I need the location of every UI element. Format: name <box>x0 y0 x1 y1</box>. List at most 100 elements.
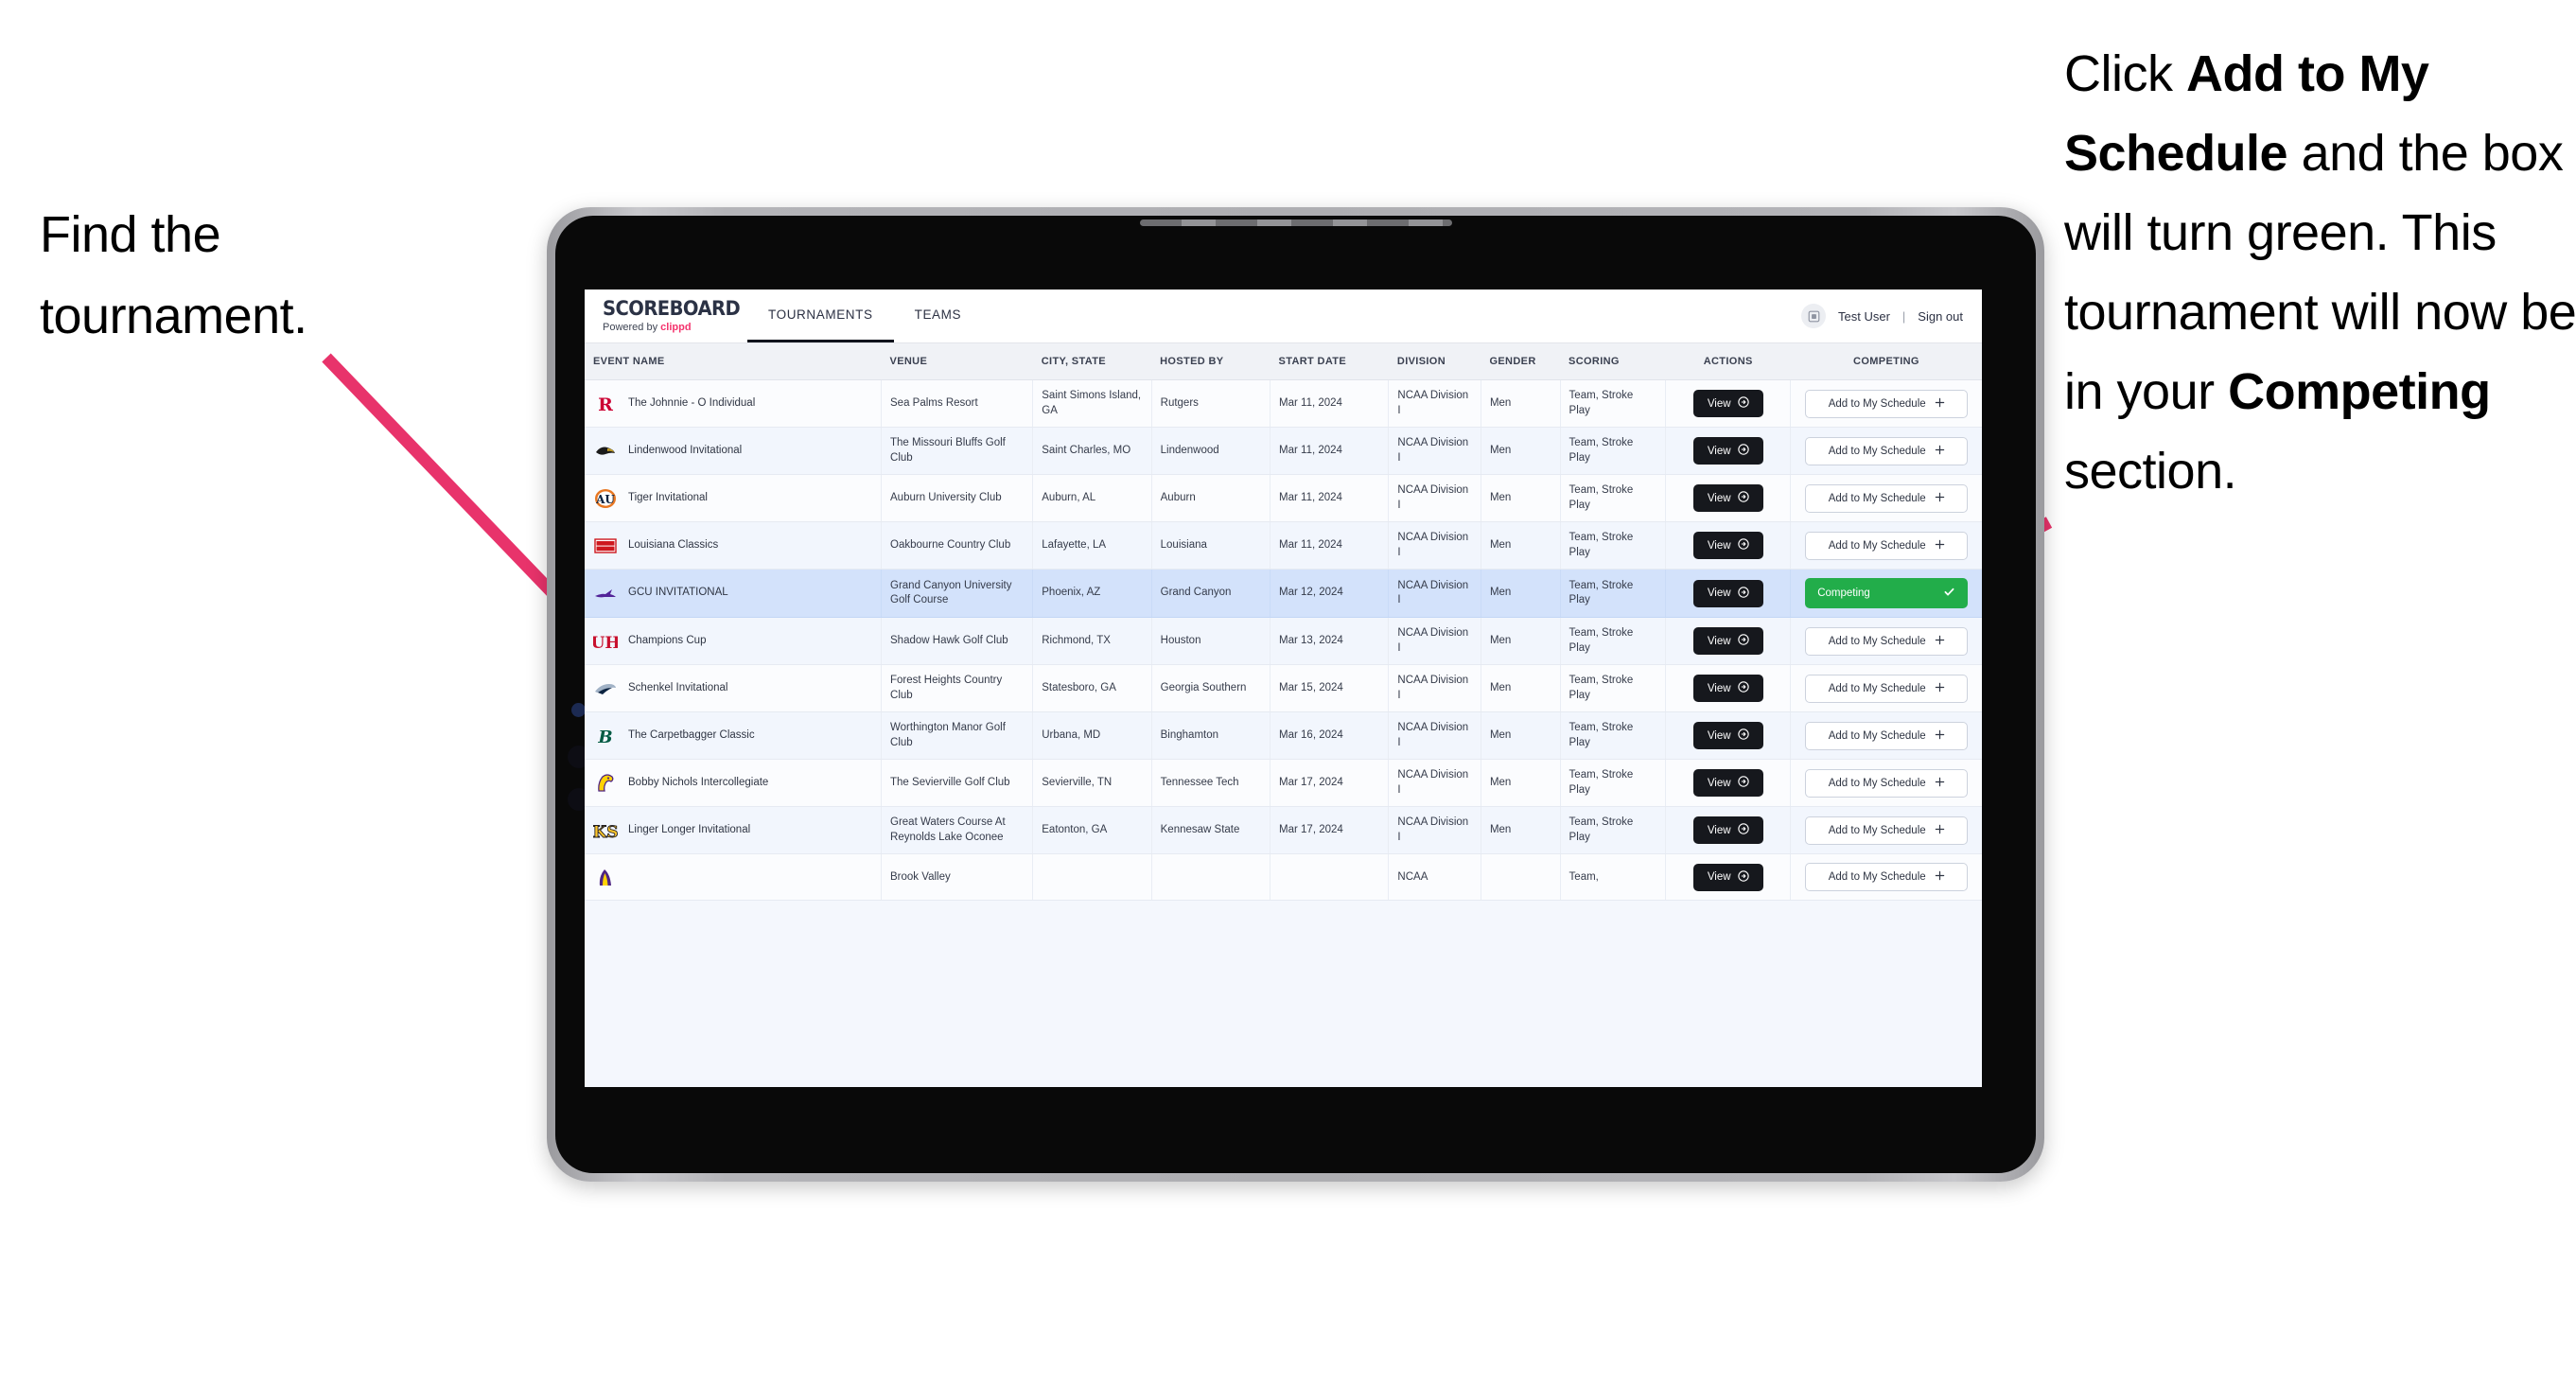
event-name-label: Champions Cup <box>628 634 707 646</box>
add-to-my-schedule-button[interactable]: Add to My Schedule <box>1805 436 1969 465</box>
plus-icon <box>1935 397 1945 411</box>
column-header-city-state[interactable]: CITY, STATE <box>1032 343 1152 380</box>
cell-hosted-by: Lindenwood <box>1151 427 1271 476</box>
table-row[interactable]: Brook Valley NCAA Team, View Add to My Sched… <box>585 853 1982 902</box>
cell-competing: Add to My Schedule <box>1790 853 1982 902</box>
table-row[interactable]: Lindenwood Invitational The Missouri Bluf… <box>585 427 1982 476</box>
competing-button[interactable]: Competing <box>1805 578 1969 609</box>
view-button-label: View <box>1707 588 1731 600</box>
event-name-label: Linger Longer Invitational <box>628 824 751 835</box>
cell-hosted-by: Tennessee Tech <box>1151 759 1271 808</box>
cell-division: NCAA Division I <box>1388 569 1481 619</box>
table-row-selected[interactable]: GCU INVITATIONAL Grand Canyon University … <box>585 569 1982 619</box>
column-header-scoring[interactable]: SCORING <box>1560 343 1666 380</box>
add-to-my-schedule-button[interactable]: Add to My Schedule <box>1805 531 1969 560</box>
column-header-start-date[interactable]: START DATE <box>1270 343 1389 380</box>
cell-division: NCAA Division I <box>1388 617 1481 666</box>
user-name-label: Test User <box>1838 308 1890 324</box>
cell-start-date: Mar 16, 2024 <box>1270 711 1390 761</box>
cell-actions: View <box>1665 521 1792 570</box>
cell-scoring: Team, Stroke Play <box>1560 569 1667 619</box>
add-button-label: Add to My Schedule <box>1828 777 1926 789</box>
column-header-venue[interactable]: VENUE <box>881 343 1033 380</box>
view-button[interactable]: View <box>1692 532 1763 560</box>
cell-venue: Grand Canyon University Golf Course <box>881 569 1034 619</box>
view-button[interactable]: View <box>1692 437 1763 465</box>
view-button[interactable]: View <box>1692 769 1763 798</box>
cell-scoring: Team, Stroke Play <box>1560 427 1667 476</box>
cell-venue: Sea Palms Resort <box>881 379 1034 429</box>
view-button[interactable]: View <box>1692 816 1763 845</box>
cell-division: NCAA Division I <box>1388 474 1481 523</box>
nav-separator: | <box>1901 308 1906 324</box>
cell-gender: Men <box>1481 569 1561 619</box>
cell-start-date: Mar 17, 2024 <box>1270 759 1390 808</box>
cell-city-state: Saint Simons Island, GA <box>1032 379 1152 429</box>
cell-actions: View <box>1665 569 1792 619</box>
tab-teams[interactable]: TEAMS <box>894 289 983 342</box>
view-button[interactable]: View <box>1692 627 1763 656</box>
add-button-label: Add to My Schedule <box>1828 635 1926 647</box>
cell-actions: View <box>1665 617 1792 666</box>
svg-text:B: B <box>597 728 612 747</box>
cell-gender: Men <box>1481 617 1561 666</box>
view-button[interactable]: View <box>1692 722 1763 750</box>
cell-actions: View <box>1665 427 1792 476</box>
cell-actions: View <box>1665 759 1792 808</box>
column-header-event-name[interactable]: EVENT NAME <box>585 343 882 380</box>
brand-logo: SCOREBOARD Powered by clippd <box>585 289 741 342</box>
view-button[interactable]: View <box>1692 675 1763 703</box>
column-header-gender[interactable]: GENDER <box>1481 343 1561 380</box>
user-avatar-icon[interactable] <box>1801 304 1826 328</box>
table-row[interactable]: Schenkel Invitational Forest Heights Coun… <box>585 664 1982 713</box>
plus-icon <box>1935 539 1945 553</box>
column-header-hosted-by[interactable]: HOSTED BY <box>1151 343 1270 380</box>
arrow-right-circle-icon <box>1737 776 1749 790</box>
plus-icon <box>1935 492 1945 505</box>
speaker-grille-icon <box>1139 219 1452 226</box>
event-name-label: The Johnnie - O Individual <box>628 396 756 409</box>
table-row[interactable]: AU Tiger Invitational Auburn University Cl… <box>585 474 1982 523</box>
column-header-competing[interactable]: COMPETING <box>1790 343 1982 380</box>
table-row[interactable]: KS Linger Longer Invitational Great Waters… <box>585 806 1982 855</box>
table-row[interactable]: B The Carpetbagger Classic Worthington Man… <box>585 711 1982 761</box>
cell-competing: Add to My Schedule <box>1790 521 1982 570</box>
plus-icon <box>1935 824 1945 837</box>
add-to-my-schedule-button[interactable]: Add to My Schedule <box>1805 816 1969 845</box>
cell-city-state <box>1032 853 1152 902</box>
tournaments-table-container[interactable]: EVENT NAME VENUE CITY, STATE HOSTED BY START… <box>585 343 1982 1087</box>
cell-hosted-by: Houston <box>1151 617 1271 666</box>
view-button[interactable]: View <box>1692 863 1763 891</box>
top-navigation-bar: SCOREBOARD Powered by clippd TOURNAMENTS… <box>585 289 1982 343</box>
check-icon <box>1943 586 1955 601</box>
column-header-actions[interactable]: ACTIONS <box>1665 343 1791 380</box>
cell-division: NCAA Division I <box>1388 759 1481 808</box>
table-row[interactable]: R The Johnnie - O Individual Sea Palms Res… <box>585 379 1982 429</box>
view-button-label: View <box>1707 682 1731 694</box>
tennessee-tech-logo <box>593 771 618 796</box>
add-to-my-schedule-button[interactable]: Add to My Schedule <box>1805 626 1969 656</box>
view-button[interactable]: View <box>1692 484 1763 513</box>
table-row[interactable]: UH Champions Cup Shadow Hawk Golf Club Rich… <box>585 617 1982 666</box>
column-header-division[interactable]: DIVISION <box>1388 343 1481 380</box>
view-button[interactable]: View <box>1692 390 1763 418</box>
sign-out-link[interactable]: Sign out <box>1918 309 1963 324</box>
view-button[interactable]: View <box>1692 579 1763 607</box>
add-to-my-schedule-button[interactable]: Add to My Schedule <box>1805 863 1969 892</box>
add-button-label: Add to My Schedule <box>1828 539 1926 552</box>
tab-tournaments[interactable]: TOURNAMENTS <box>747 289 894 342</box>
cell-hosted-by: Georgia Southern <box>1151 664 1271 713</box>
houston-logo: UH <box>593 629 618 654</box>
add-to-my-schedule-button[interactable]: Add to My Schedule <box>1805 483 1969 513</box>
view-button-label: View <box>1707 492 1731 504</box>
add-to-my-schedule-button[interactable]: Add to My Schedule <box>1805 768 1969 798</box>
cell-actions: View <box>1665 664 1792 713</box>
auburn-logo: AU <box>593 486 618 511</box>
table-row[interactable]: Louisiana Classics Oakbourne Country Club… <box>585 521 1982 570</box>
add-to-my-schedule-button[interactable]: Add to My Schedule <box>1805 389 1969 418</box>
add-to-my-schedule-button[interactable]: Add to My Schedule <box>1805 674 1969 703</box>
binghamton-logo: B <box>593 724 618 748</box>
table-row[interactable]: Bobby Nichols Intercollegiate The Sevierv… <box>585 759 1982 808</box>
add-to-my-schedule-button[interactable]: Add to My Schedule <box>1805 721 1969 750</box>
cell-actions: View <box>1665 379 1792 429</box>
